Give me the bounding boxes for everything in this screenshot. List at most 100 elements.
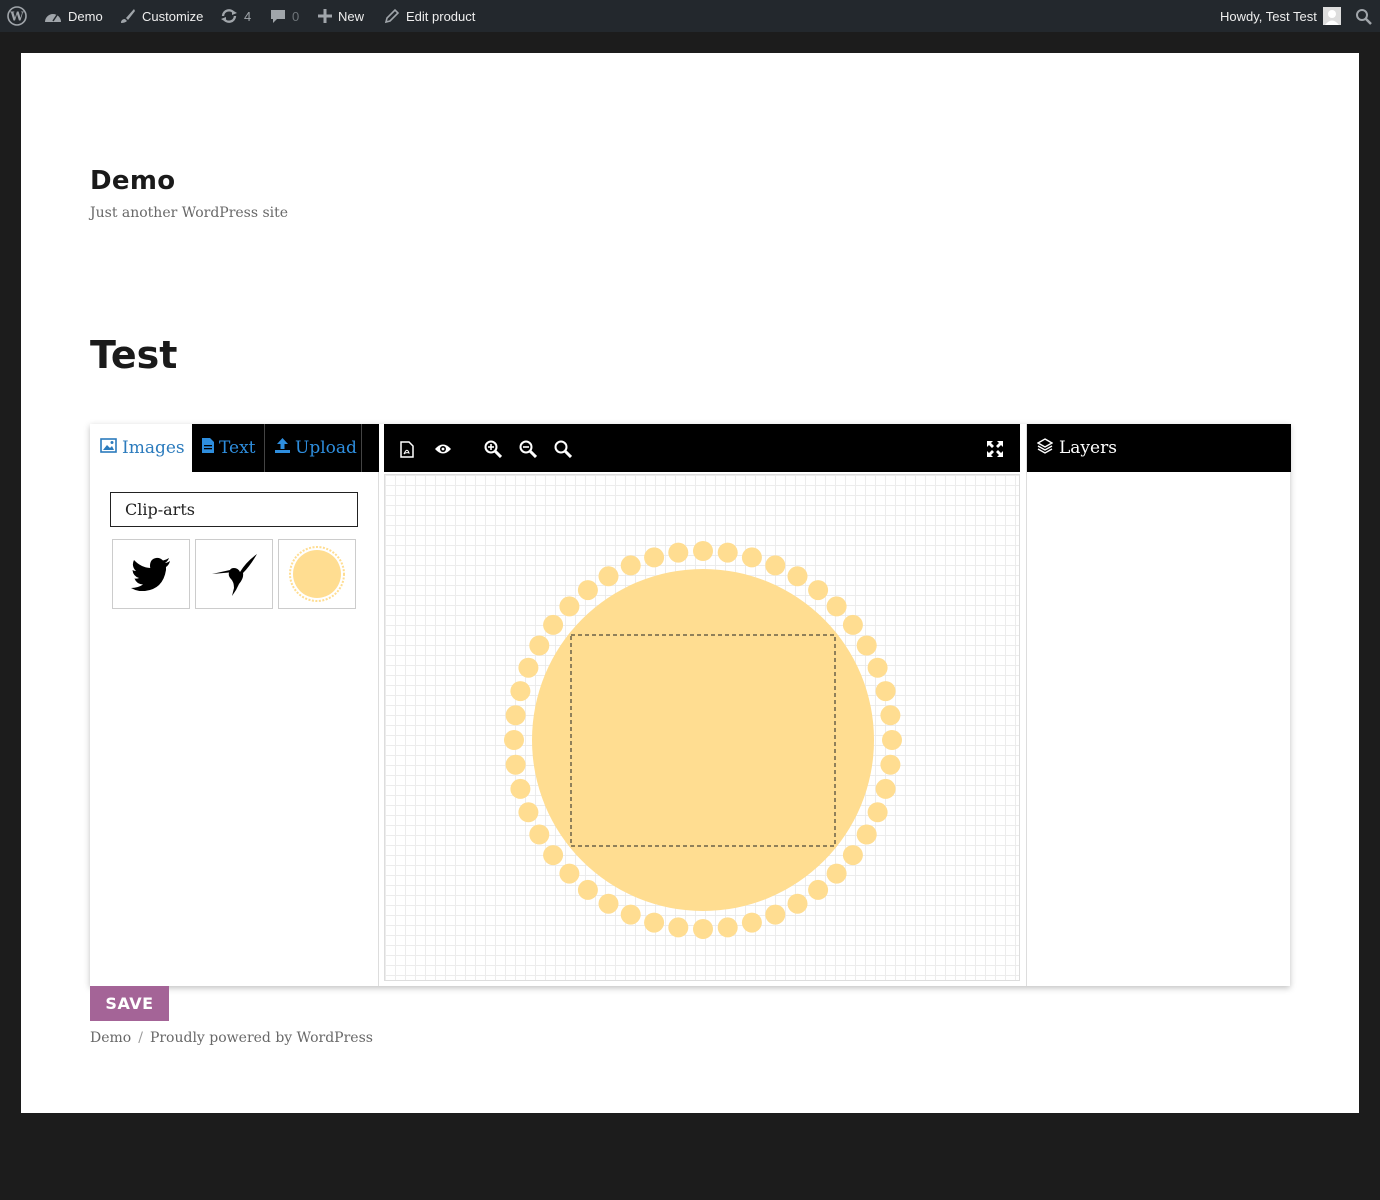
- scallop-dot: [505, 754, 526, 775]
- scallop-dot: [882, 730, 902, 750]
- scallop-dot: [867, 657, 888, 678]
- scallop-dot: [765, 904, 786, 925]
- scallop-dot: [505, 705, 526, 726]
- document-icon: [202, 438, 214, 458]
- scallop-dot: [518, 657, 539, 678]
- zoom-reset-icon[interactable]: [552, 438, 574, 460]
- scallop-dot: [826, 596, 847, 617]
- updates-icon: [220, 8, 238, 24]
- scallop-dot: [543, 614, 564, 635]
- scallop-dot: [518, 802, 539, 823]
- svg-text:W: W: [9, 10, 24, 24]
- scallop-dot: [559, 863, 580, 884]
- brush-icon: [120, 8, 136, 24]
- assets-tabs: Images Text Upload: [90, 424, 379, 472]
- pdf-icon[interactable]: [396, 438, 418, 460]
- adminbar-howdy: Howdy, Test Test: [1220, 8, 1317, 24]
- scallop-dot: [577, 580, 598, 601]
- clipart-hummingbird[interactable]: [195, 539, 273, 609]
- scallop-dot: [808, 879, 829, 900]
- adminbar-new[interactable]: New: [318, 0, 364, 32]
- twitter-bird-icon: [131, 557, 170, 591]
- tab-upload[interactable]: Upload: [265, 424, 362, 472]
- footer-site-link[interactable]: Demo: [90, 1030, 131, 1046]
- scallop-dot: [880, 705, 901, 726]
- scallop-dot: [741, 912, 762, 933]
- scallop-dot: [867, 802, 888, 823]
- adminbar-updates[interactable]: 4: [220, 0, 251, 32]
- design-area: [384, 424, 1020, 981]
- upload-icon: [275, 438, 290, 458]
- scallop-dot: [543, 845, 564, 866]
- design-toolbar: [384, 424, 1020, 472]
- scallop-dot: [842, 845, 863, 866]
- scallop-dot: [510, 778, 531, 799]
- save-button[interactable]: SAVE: [90, 986, 169, 1021]
- adminbar-customize[interactable]: Customize: [120, 0, 203, 32]
- zoom-in-icon[interactable]: [482, 438, 504, 460]
- scallop-dot: [668, 542, 689, 563]
- scallop-dot: [644, 547, 665, 568]
- page-title: Test: [90, 333, 178, 377]
- adminbar-account[interactable]: Howdy, Test Test: [1220, 0, 1341, 32]
- clipart-twitter-bird[interactable]: [112, 539, 190, 609]
- scallop-dot: [875, 681, 896, 702]
- site-title[interactable]: Demo: [90, 166, 175, 196]
- adminbar-edit-product[interactable]: Edit product: [384, 0, 475, 32]
- scallop-dot: [787, 566, 808, 587]
- scallop-dot: [693, 919, 713, 939]
- wordpress-logo-icon[interactable]: W: [7, 0, 27, 32]
- scallop-dot: [504, 730, 524, 750]
- site-description: Just another WordPress site: [90, 205, 289, 221]
- adminbar-comments[interactable]: 0: [270, 0, 299, 32]
- product-base-circle: [532, 569, 874, 911]
- clipart-scalloped-circle[interactable]: [278, 539, 356, 609]
- footer-powered-link[interactable]: Proudly powered by WordPress: [150, 1030, 373, 1046]
- image-icon: [100, 438, 117, 458]
- hummingbird-icon: [212, 554, 257, 596]
- comment-icon: [270, 8, 286, 24]
- scallop-dot: [826, 863, 847, 884]
- adminbar-new-label: New: [338, 8, 365, 24]
- avatar-icon: [1322, 7, 1341, 25]
- scallop-dot: [620, 555, 641, 576]
- eye-icon[interactable]: [432, 438, 454, 460]
- zoom-out-icon[interactable]: [517, 438, 539, 460]
- layers-label: Layers: [1059, 438, 1117, 458]
- scallop-dot: [598, 893, 619, 914]
- scallop-dot: [717, 542, 738, 563]
- scallop-dot: [559, 596, 580, 617]
- adminbar-customize-label: Customize: [142, 8, 204, 24]
- design-canvas[interactable]: [384, 474, 1020, 981]
- tab-images-label: Images: [122, 438, 185, 458]
- scallop-dot: [620, 904, 641, 925]
- scallop-dot: [856, 824, 877, 845]
- scallop-dot: [880, 754, 901, 775]
- scalloped-circle-icon: [289, 546, 345, 602]
- page-container: Demo Just another WordPress site Test Im…: [21, 53, 1359, 1113]
- scallop-dot: [529, 635, 550, 656]
- clipart-category-select[interactable]: Clip-arts: [110, 492, 358, 527]
- admin-bar: W Demo Customize 4 0 New Edit product Ho…: [0, 0, 1380, 32]
- assets-panel: Images Text Upload Clip-arts: [90, 424, 379, 986]
- scallop-dot: [693, 541, 713, 561]
- scallop-dot: [577, 879, 598, 900]
- footer-separator: /: [138, 1030, 143, 1046]
- adminbar-edit-product-label: Edit product: [406, 8, 476, 24]
- fullscreen-icon[interactable]: [984, 438, 1006, 460]
- adminbar-search-icon[interactable]: [1355, 0, 1372, 32]
- scallop-dot: [808, 580, 829, 601]
- pencil-icon: [384, 8, 400, 24]
- adminbar-site-link[interactable]: Demo: [44, 0, 103, 32]
- scallop-dot: [668, 917, 689, 938]
- tab-images[interactable]: Images: [90, 424, 192, 472]
- tab-text-label: Text: [219, 438, 256, 458]
- scallop-dot: [510, 681, 531, 702]
- tab-text[interactable]: Text: [192, 424, 265, 472]
- scallop-dot: [856, 635, 877, 656]
- site-footer: Demo / Proudly powered by WordPress: [90, 1030, 373, 1046]
- product-designer: Images Text Upload Clip-arts Layers: [90, 424, 1291, 986]
- layers-header[interactable]: Layers: [1027, 424, 1291, 472]
- scallop-dot: [644, 912, 665, 933]
- product-preview[interactable]: [385, 475, 1019, 980]
